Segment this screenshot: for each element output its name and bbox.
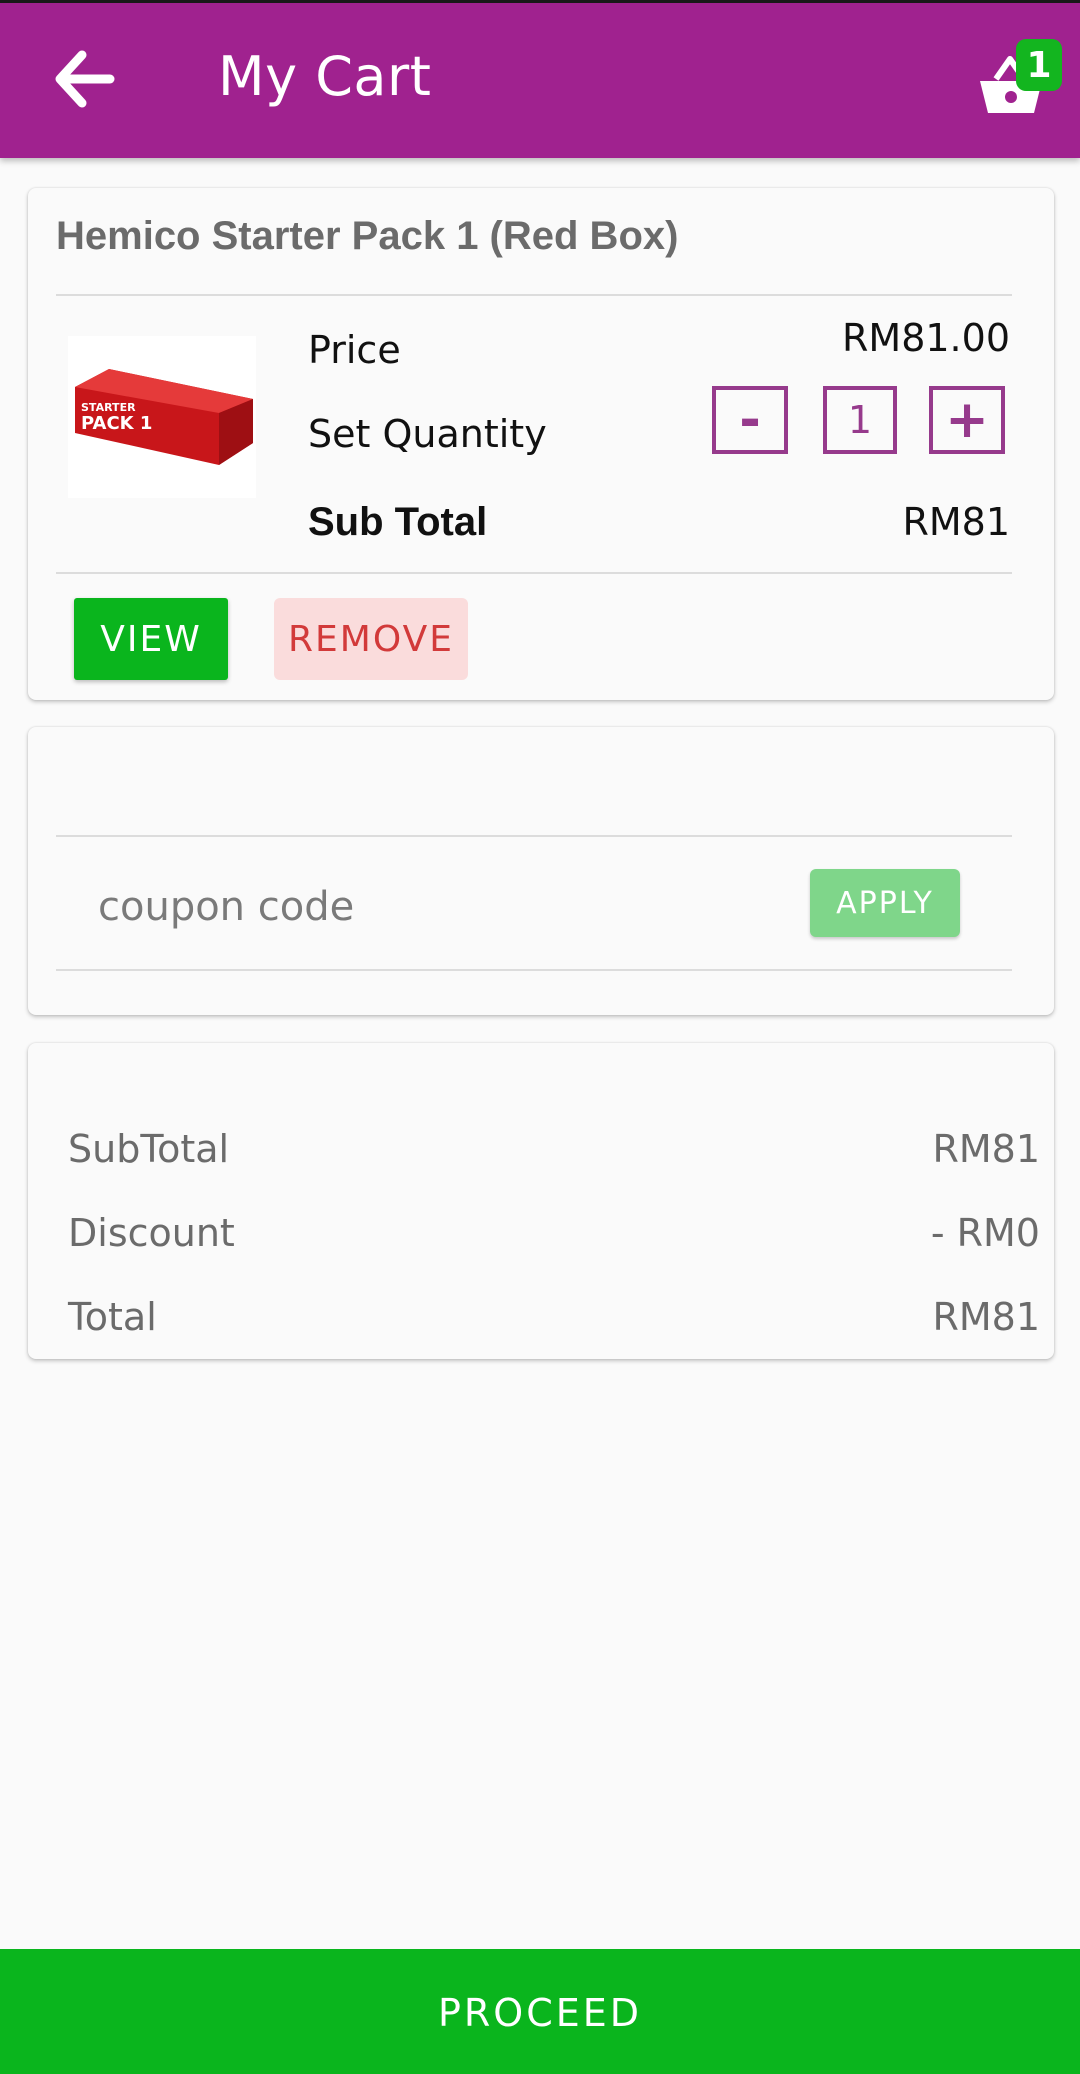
quantity-decrease-button[interactable]: - <box>712 386 788 454</box>
divider <box>56 572 1012 574</box>
arrow-left-icon <box>55 50 115 108</box>
summary-discount-value: - RM0 <box>930 1211 1040 1255</box>
product-name: Hemico Starter Pack 1 (Red Box) <box>56 214 679 258</box>
subtotal-label: Sub Total <box>308 500 488 544</box>
price-value: RM81.00 <box>842 316 1010 360</box>
order-summary-card: SubTotal RM81 Discount - RM0 Total RM81 <box>28 1043 1054 1359</box>
svg-text:PACK 1: PACK 1 <box>81 413 152 434</box>
remove-button[interactable]: REMOVE <box>274 598 468 680</box>
price-label: Price <box>308 328 401 372</box>
apply-coupon-button[interactable]: APPLY <box>810 869 960 937</box>
summary-subtotal-value: RM81 <box>932 1127 1040 1171</box>
quantity-increase-button[interactable]: + <box>929 386 1005 454</box>
cart-item-card: Hemico Starter Pack 1 (Red Box) STARTER … <box>28 188 1054 700</box>
product-image: STARTER PACK 1 <box>68 336 256 498</box>
quantity-label: Set Quantity <box>308 412 547 456</box>
summary-total-label: Total <box>68 1295 157 1339</box>
app-bar: My Cart 1 <box>0 3 1080 158</box>
divider <box>56 835 1012 837</box>
page-title: My Cart <box>218 45 432 108</box>
summary-discount-label: Discount <box>68 1211 235 1255</box>
summary-total-value: RM81 <box>932 1295 1040 1339</box>
proceed-button[interactable]: PROCEED <box>0 1949 1080 2074</box>
subtotal-value: RM81 <box>902 500 1010 544</box>
coupon-card: APPLY <box>28 727 1054 1015</box>
quantity-value: 1 <box>823 386 897 454</box>
summary-subtotal-label: SubTotal <box>68 1127 230 1171</box>
cart-count-badge: 1 <box>1016 39 1062 91</box>
view-button[interactable]: VIEW <box>74 598 228 680</box>
back-button[interactable] <box>48 43 120 115</box>
divider <box>56 969 1012 971</box>
coupon-code-input[interactable] <box>98 875 698 939</box>
divider <box>56 294 1012 296</box>
